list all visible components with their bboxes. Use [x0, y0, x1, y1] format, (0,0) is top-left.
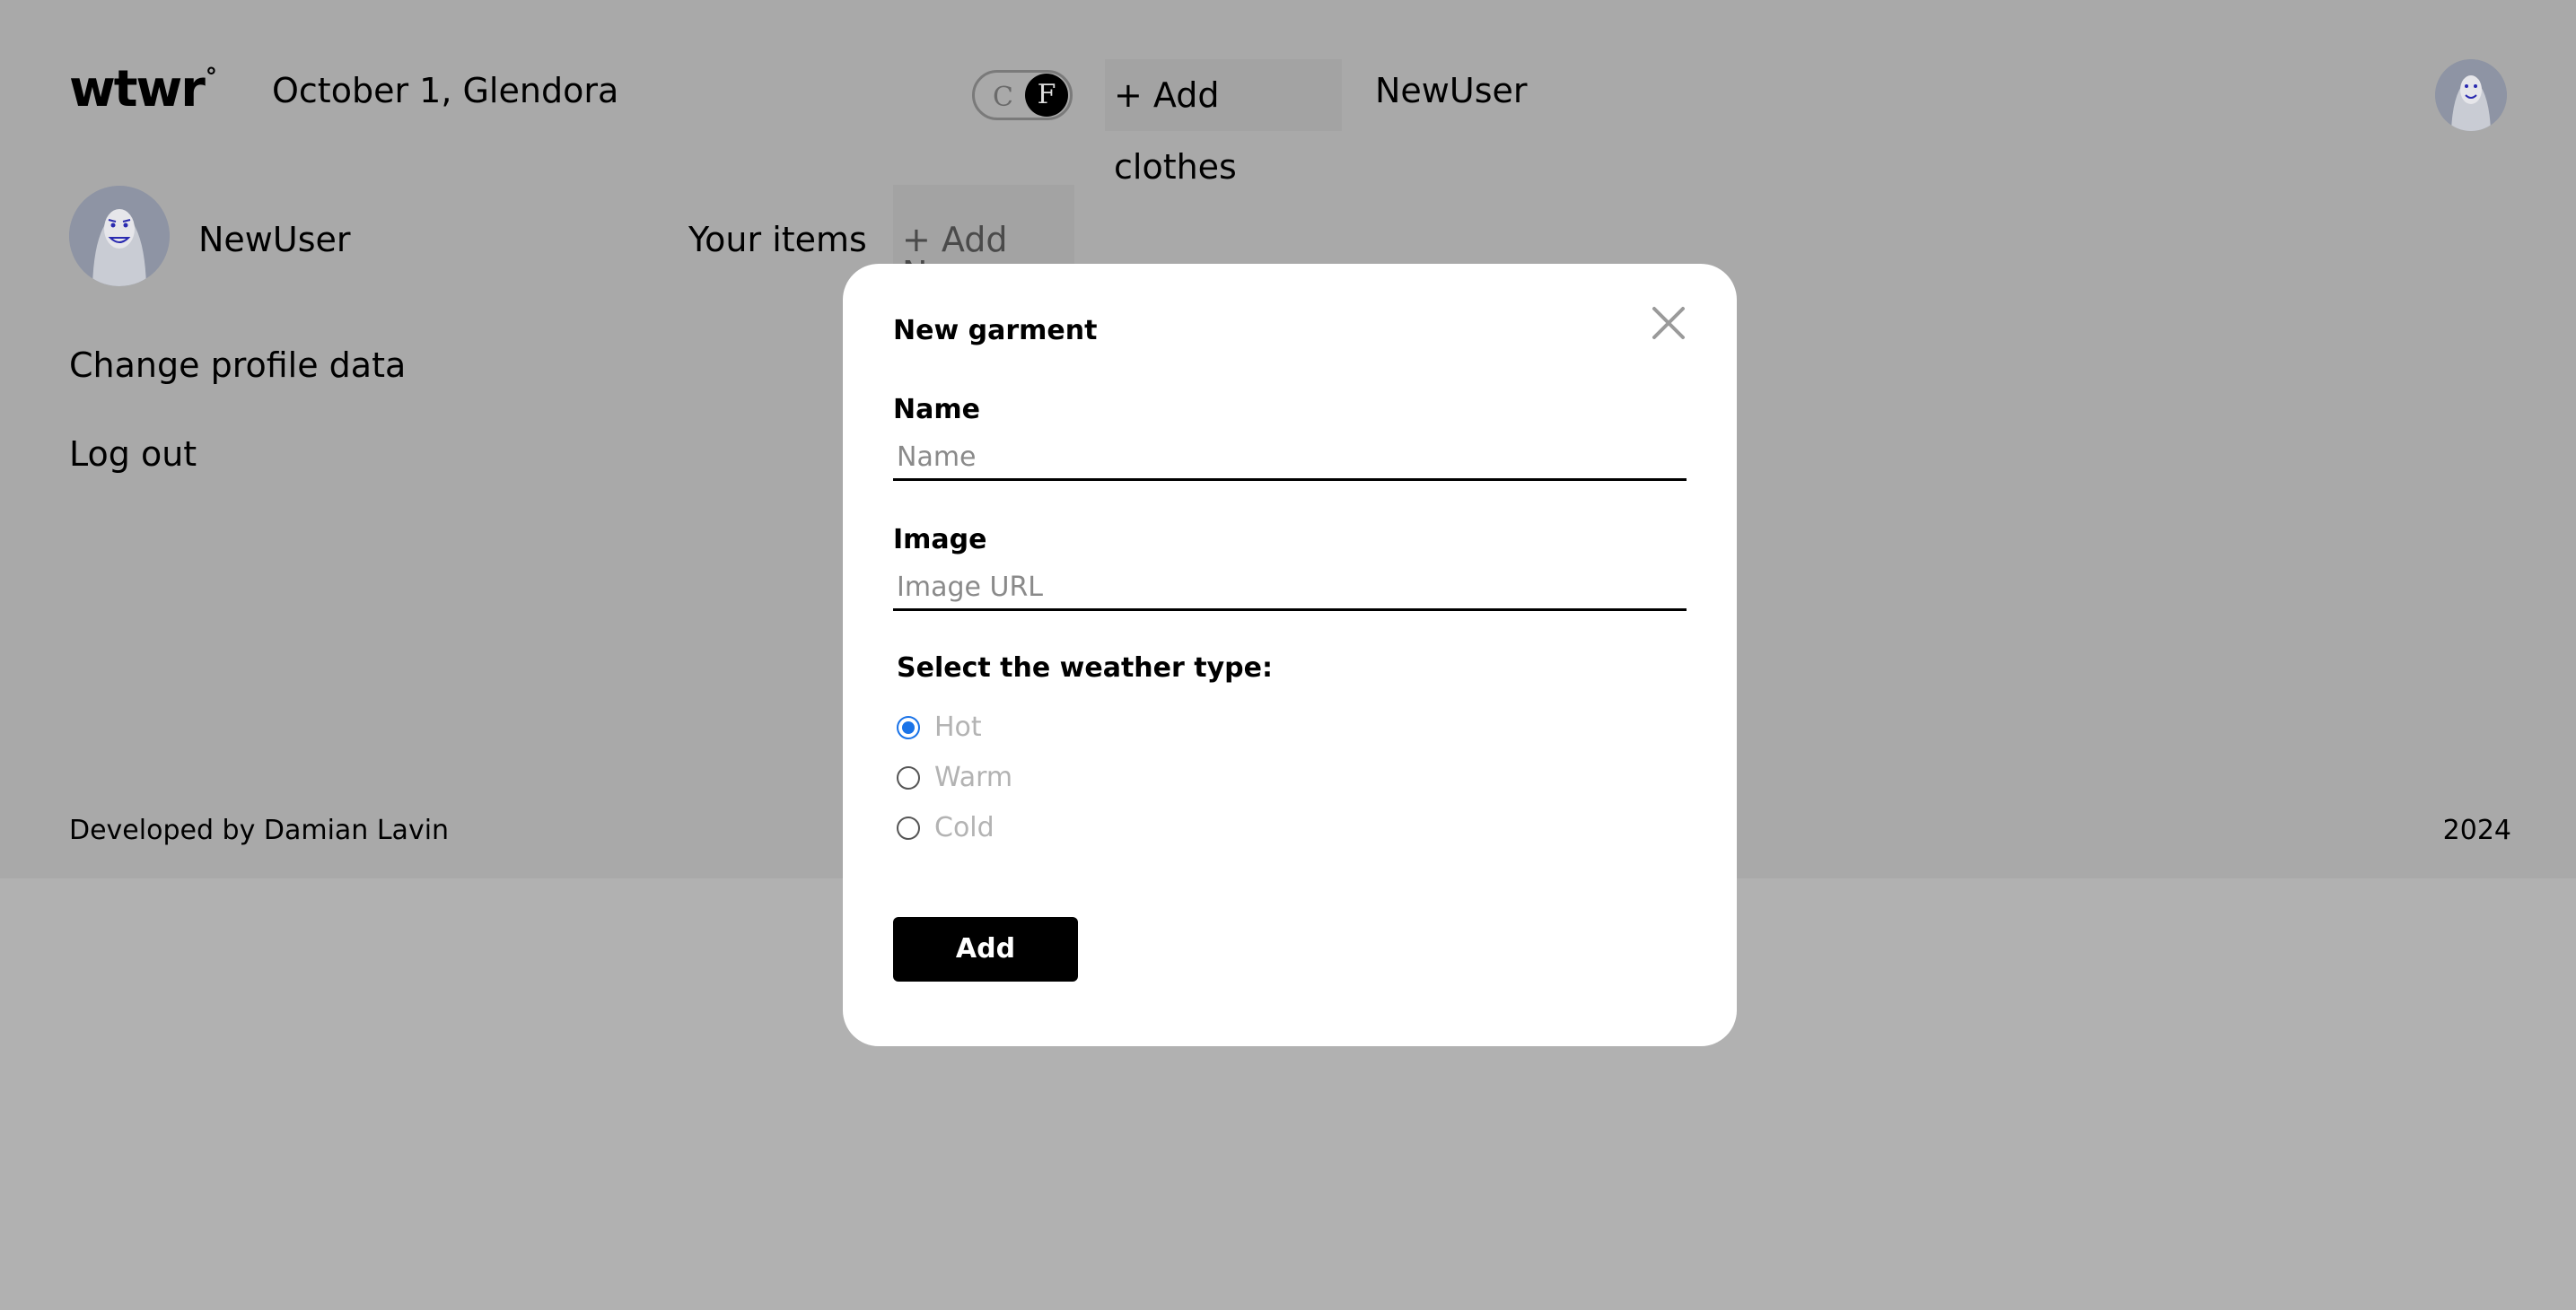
add-clothes-button[interactable]: + Add clothes: [1105, 59, 1342, 187]
add-garment-button[interactable]: Add garment: [893, 917, 1078, 1029]
avatar[interactable]: [2435, 59, 2507, 131]
name-input[interactable]: [893, 436, 1687, 481]
new-garment-modal: New garment Name Image Select the weathe…: [843, 264, 1737, 1046]
profile-avatar: [69, 186, 170, 286]
sidebar-username: NewUser: [198, 220, 351, 259]
change-profile-button[interactable]: Change profile data: [69, 348, 406, 382]
weather-type-label: Select the weather type:: [897, 652, 1273, 684]
logo-mark: °: [205, 64, 217, 92]
radio-label-hot: Hot: [934, 712, 982, 743]
footer-year: 2024: [2442, 815, 2511, 846]
logo[interactable]: wtwr°: [69, 64, 217, 115]
footer-developer: Developed by Damian Lavin: [69, 815, 450, 846]
radio-label-cold: Cold: [934, 812, 994, 843]
radio-cold[interactable]: [897, 817, 920, 840]
modal-title: New garment: [893, 315, 1098, 346]
name-label: Name: [893, 394, 980, 425]
radio-label-warm: Warm: [934, 762, 1013, 793]
date-location: October 1, Glendora: [272, 71, 619, 110]
logo-text: wtwr: [69, 60, 206, 118]
avatar-face-icon: [69, 186, 170, 286]
close-icon[interactable]: [1647, 301, 1690, 345]
image-label: Image: [893, 524, 987, 555]
toggle-celsius-label: C: [993, 82, 1013, 113]
log-out-button[interactable]: Log out: [69, 437, 197, 471]
weather-option-hot[interactable]: Hot: [897, 712, 982, 744]
header: wtwr° October 1, Glendora C F + Add clot…: [69, 59, 2507, 187]
header-username[interactable]: NewUser: [1375, 74, 1528, 108]
radio-hot[interactable]: [897, 716, 920, 739]
your-items-title: Your items: [688, 220, 867, 259]
image-url-input[interactable]: [893, 566, 1687, 611]
radio-warm[interactable]: [897, 766, 920, 790]
toggle-fahrenheit-knob: F: [1025, 74, 1068, 117]
weather-option-warm[interactable]: Warm: [897, 762, 1012, 794]
avatar-face-icon: [2435, 59, 2507, 131]
weather-option-cold[interactable]: Cold: [897, 812, 994, 844]
add-new-button[interactable]: + Add New: [893, 185, 1074, 291]
temperature-unit-toggle[interactable]: C F: [972, 70, 1073, 120]
